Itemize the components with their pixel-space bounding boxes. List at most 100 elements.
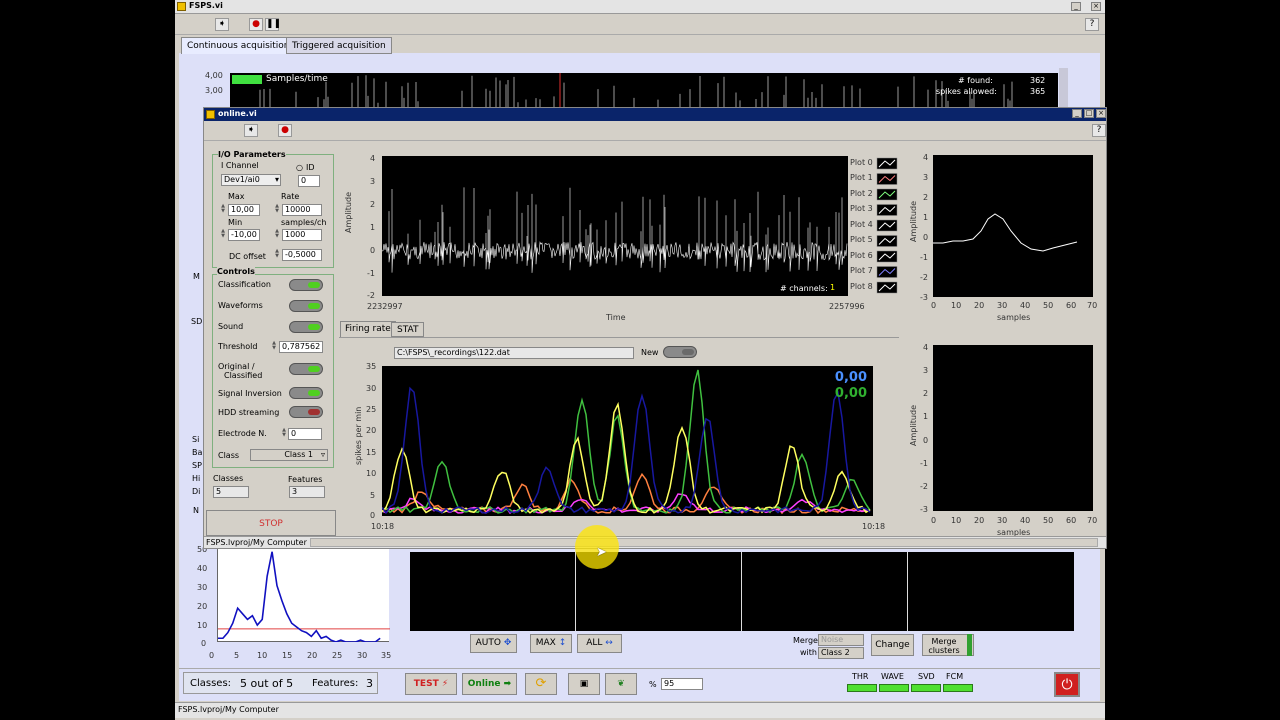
electrode-input[interactable]: 0	[288, 428, 322, 440]
firing-rate-series	[381, 401, 871, 514]
threshold-spinner[interactable]: ▲ ▼	[271, 341, 277, 353]
change-button[interactable]: Change	[871, 634, 914, 656]
id-radio-icon[interactable]: ○	[296, 163, 303, 172]
all-button[interactable]: ALL ↔	[577, 634, 622, 653]
classification-toggle[interactable]	[289, 279, 323, 291]
wave-ylabel: Amplitude	[909, 201, 918, 242]
electrode-spinner[interactable]: ▲ ▼	[281, 428, 287, 440]
strip-divider	[575, 552, 576, 631]
max-input[interactable]: 10,00	[228, 204, 260, 216]
dc-offset-input[interactable]: -0,5000	[282, 249, 322, 261]
min-input[interactable]: -10,00	[228, 229, 260, 241]
power-button[interactable]: ⏻	[1054, 672, 1080, 697]
legend-swatch	[876, 281, 898, 294]
help-icon[interactable]: ?	[1092, 124, 1106, 137]
wave2-ytick: -1	[920, 459, 928, 468]
samples-ch-spinner[interactable]: ▲ ▼	[274, 229, 280, 241]
class-select[interactable]: Class 1 ▿	[250, 449, 328, 461]
new-file-toggle[interactable]	[663, 346, 697, 358]
channel-select[interactable]: Dev1/ai0 ▾	[221, 174, 281, 186]
wave-ytick: -2	[920, 273, 928, 282]
controls-header: Controls	[217, 267, 255, 276]
sound-toggle[interactable]	[289, 321, 323, 333]
tab-stat[interactable]: STAT	[391, 322, 425, 337]
min-value: -10,00	[231, 230, 257, 239]
id-input[interactable]: 0	[298, 175, 320, 187]
close-icon[interactable]: ×	[1096, 109, 1106, 118]
features-label: Features	[288, 475, 323, 484]
waveforms-toggle[interactable]	[289, 300, 323, 312]
signal-inversion-toggle[interactable]	[289, 387, 323, 399]
wave-xtick: 50	[1043, 301, 1054, 310]
hdd-streaming-toggle[interactable]	[289, 406, 323, 418]
features-display: 3	[289, 486, 325, 498]
original-classified-toggle[interactable]	[289, 363, 323, 375]
raw-signal-trace	[381, 187, 848, 273]
rate-input[interactable]: 10000	[282, 204, 322, 216]
channel-value: Dev1/ai0	[224, 175, 260, 184]
waveforms-label: Waveforms	[218, 301, 263, 310]
led-label-wave: WAVE	[881, 672, 904, 681]
raw-ylabel: Amplitude	[344, 192, 353, 233]
file-path-input[interactable]: C:\FSPS\_recordings\122.dat	[394, 347, 634, 359]
top-ytick: 3,00	[205, 86, 223, 95]
min-spinner[interactable]: ▲ ▼	[220, 229, 226, 241]
online-toolbar: ➧ ● ?	[204, 122, 1106, 141]
online-titlebar[interactable]: online.vi _ □ ×	[204, 108, 1106, 121]
image-button[interactable]: ▣	[568, 673, 600, 695]
minimize-icon[interactable]: _	[1072, 109, 1082, 118]
rate-label: Rate	[281, 192, 300, 201]
raw-signal-plot: # channels: 1	[381, 156, 848, 296]
help-icon[interactable]: ?	[1085, 18, 1099, 31]
dist-button[interactable]: ❦	[605, 673, 637, 695]
wave2-xtick: 50	[1043, 516, 1054, 525]
maximize-icon[interactable]: □	[1084, 109, 1094, 118]
test-button[interactable]: TEST ⚡	[405, 673, 457, 695]
minimize-icon[interactable]: _	[1071, 2, 1081, 11]
side-list-item: SP	[192, 461, 202, 470]
abort-icon[interactable]: ●	[249, 18, 263, 31]
tab-continuous-acquisition[interactable]: Continuous acquisition	[181, 37, 296, 54]
max-spinner[interactable]: ▲ ▼	[220, 204, 226, 216]
wave-xtick: 60	[1066, 301, 1077, 310]
close-icon[interactable]: ×	[1091, 2, 1101, 11]
id-value: 0	[301, 176, 307, 185]
classes-display: 5	[213, 486, 249, 498]
dc-offset-spinner[interactable]: ▲ ▼	[274, 249, 280, 261]
refresh-button[interactable]: ⟳	[525, 673, 557, 695]
fsps-titlebar[interactable]: FSPS.vi _ ×	[175, 0, 1105, 14]
raw-ytick: 1	[370, 223, 376, 232]
samples-ch-input[interactable]: 1000	[282, 229, 322, 241]
tab-triggered-acquisition[interactable]: Triggered acquisition	[286, 37, 392, 54]
wave2-xtick: 30	[997, 516, 1008, 525]
samples-time-legend: Samples/time	[266, 74, 328, 84]
new-label: New	[641, 348, 659, 357]
side-letter-n: N	[193, 506, 199, 515]
rate-value: 10000	[285, 205, 311, 214]
pause-icon[interactable]: ❚❚	[265, 18, 281, 31]
min-label: Min	[228, 218, 243, 227]
legend-swatch	[876, 266, 898, 278]
run-arrow-icon[interactable]: ➧	[244, 124, 258, 137]
firing-rate-series	[381, 369, 871, 514]
fsps-toolbar: ➧ ● ❚❚ ?	[175, 15, 1105, 35]
strip-divider	[907, 552, 908, 631]
online-button[interactable]: Online ➡	[462, 673, 517, 695]
max-button[interactable]: MAX ↕	[530, 634, 572, 653]
stop-button[interactable]: STOP	[206, 510, 336, 536]
dc-offset-value: -0,5000	[285, 250, 316, 259]
run-arrow-icon[interactable]: ➧	[215, 18, 229, 31]
features-value: 3	[292, 487, 298, 496]
horizontal-scrollbar[interactable]	[310, 538, 1098, 547]
tab-firing-rate[interactable]: Firing rate	[340, 321, 396, 337]
merge-noise-select[interactable]: Noise	[818, 634, 864, 646]
percent-input[interactable]: 95	[661, 678, 703, 690]
rate-spinner[interactable]: ▲ ▼	[274, 204, 280, 216]
abort-icon[interactable]: ●	[278, 124, 292, 137]
original-label: Original /	[218, 362, 255, 371]
top-plot-scrollbar[interactable]	[1059, 68, 1068, 108]
auto-button[interactable]: AUTO ✥	[470, 634, 517, 653]
threshold-input[interactable]: 0,787562	[279, 341, 323, 353]
threshold-value: 0,787562	[282, 342, 321, 351]
merge-class-select[interactable]: Class 2	[818, 647, 864, 659]
